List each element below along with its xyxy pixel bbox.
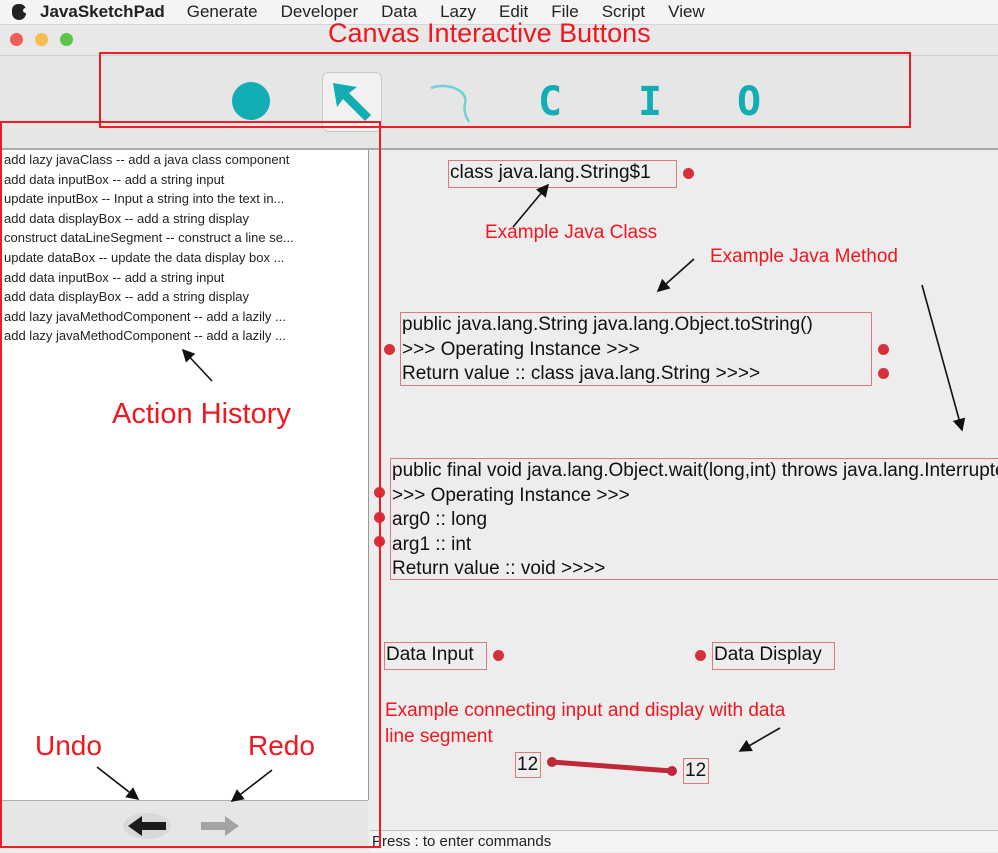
apple-icon[interactable] <box>12 4 28 20</box>
action-history-list: add lazy javaClass -- add a java class c… <box>2 150 368 346</box>
app-menu[interactable]: JavaSketchPad <box>40 2 165 22</box>
method-arg1-port[interactable] <box>374 536 385 547</box>
history-item[interactable]: add data inputBox -- add a string input <box>2 268 368 288</box>
redo-button[interactable] <box>195 811 245 841</box>
history-item[interactable]: add lazy javaMethodComponent -- add a la… <box>2 326 368 346</box>
java-method-label: Example Java Method <box>710 246 898 267</box>
history-item[interactable]: add data inputBox -- add a string input <box>2 170 368 190</box>
curve-tool-button[interactable] <box>425 76 477 128</box>
select-tool-button[interactable] <box>322 72 382 132</box>
curve-line-icon <box>430 84 471 123</box>
java-method-component[interactable]: public final void java.lang.Object.wait(… <box>390 458 998 580</box>
method-signature: public final void java.lang.Object.wait(… <box>392 460 998 481</box>
redo-label: Redo <box>248 730 315 761</box>
menu-view[interactable]: View <box>668 2 705 22</box>
method-arg-line: arg0 :: long <box>392 509 488 530</box>
method-return-line: Return value :: class java.lang.String >… <box>402 363 761 384</box>
connecting-label-line2: line segment <box>385 726 493 747</box>
connecting-label-line1: Example connecting input and display wit… <box>385 700 786 721</box>
method-arg-line: arg1 :: int <box>392 533 472 555</box>
action-history-panel: add lazy javaClass -- add a java class c… <box>2 150 369 800</box>
data-display-port[interactable] <box>695 650 706 661</box>
history-item[interactable]: construct dataLineSegment -- construct a… <box>2 228 368 248</box>
method-return-port[interactable] <box>878 368 889 379</box>
class-port[interactable] <box>683 168 694 179</box>
close-window-button[interactable] <box>10 33 23 46</box>
java-class-label: Example Java Class <box>485 222 658 243</box>
history-item[interactable]: add data displayBox -- add a string disp… <box>2 287 368 307</box>
command-status-bar[interactable]: Press : to enter commands <box>370 830 998 852</box>
class-tool-button[interactable]: C <box>532 78 568 126</box>
menu-generate[interactable]: Generate <box>187 2 258 22</box>
circle-tool-button[interactable] <box>232 82 270 120</box>
data-input-component[interactable]: Data Input <box>384 642 487 670</box>
canvas-toolbar: C I O <box>0 56 998 150</box>
method-instance-line: >>> Operating Instance >>> <box>392 484 630 506</box>
method-return-line: Return value :: void >>>> <box>392 558 606 579</box>
history-item[interactable]: update dataBox -- update the data displa… <box>2 248 368 268</box>
undo-redo-bar <box>2 800 368 849</box>
method-instance-in-port[interactable] <box>374 487 385 498</box>
undo-button[interactable] <box>122 811 172 841</box>
history-item[interactable]: add lazy javaClass -- add a java class c… <box>2 150 368 170</box>
arrow-pointer-icon <box>333 83 371 121</box>
data-display-component[interactable]: Data Display <box>712 642 835 670</box>
history-item[interactable]: update inputBox -- Input a string into t… <box>2 189 368 209</box>
java-method-component[interactable]: public java.lang.String java.lang.Object… <box>400 312 872 386</box>
method-instance-in-port[interactable] <box>384 344 395 355</box>
method-instance-out-port[interactable] <box>878 344 889 355</box>
canvas-buttons-label: Canvas Interactive Buttons <box>328 18 651 48</box>
output-tool-button[interactable]: O <box>731 78 767 126</box>
display-value-box: 12 <box>683 758 709 784</box>
history-item[interactable]: add data displayBox -- add a string disp… <box>2 209 368 229</box>
method-instance-line: >>> Operating Instance >>> <box>402 338 640 360</box>
method-signature: public java.lang.String java.lang.Object… <box>402 314 813 335</box>
method-arg0-port[interactable] <box>374 512 385 523</box>
java-class-component[interactable]: class java.lang.String$1 <box>448 160 677 188</box>
data-line-segment[interactable] <box>545 755 680 779</box>
minimize-window-button[interactable] <box>35 33 48 46</box>
history-item[interactable]: add lazy javaMethodComponent -- add a la… <box>2 307 368 327</box>
right-arrow-icon <box>201 816 239 836</box>
action-history-label: Action History <box>112 398 291 430</box>
zoom-window-button[interactable] <box>60 33 73 46</box>
input-tool-button[interactable]: I <box>632 78 668 126</box>
undo-label: Undo <box>35 730 102 761</box>
data-input-port[interactable] <box>493 650 504 661</box>
input-value-box[interactable]: 12 <box>515 752 541 778</box>
